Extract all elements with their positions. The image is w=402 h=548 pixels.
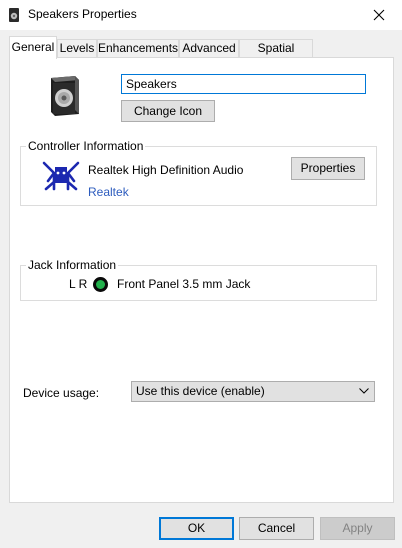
chevron-down-icon (359, 388, 369, 394)
jack-color-icon (93, 277, 108, 292)
speaker-icon (7, 7, 21, 23)
device-usage-select[interactable]: Use this device (enable) (131, 381, 375, 402)
jack-name: Front Panel 3.5 mm Jack (117, 277, 251, 291)
realtek-logo-icon (40, 160, 82, 192)
cancel-button[interactable]: Cancel (239, 517, 314, 540)
tab-enhancements[interactable]: Enhancements (97, 39, 179, 58)
device-name-input[interactable] (121, 74, 366, 94)
jack-info-heading: Jack Information (26, 258, 119, 272)
device-usage-label: Device usage: (23, 386, 100, 400)
properties-button[interactable]: Properties (291, 157, 365, 180)
controller-info-heading: Controller Information (26, 139, 146, 153)
title-bar: Speakers Properties (0, 0, 402, 30)
close-button[interactable] (356, 0, 402, 30)
jack-channels: L R (69, 277, 88, 291)
window-title: Speakers Properties (28, 7, 137, 21)
tab-spatial-sound[interactable]: Spatial sound (239, 39, 313, 72)
tab-strip: General Levels Enhancements Advanced Spa… (0, 30, 402, 72)
close-icon (373, 9, 385, 21)
speaker-device-icon (45, 74, 85, 118)
controller-name: Realtek High Definition Audio (88, 163, 244, 177)
ok-button[interactable]: OK (159, 517, 234, 540)
device-usage-value: Use this device (enable) (136, 384, 265, 398)
change-icon-button[interactable]: Change Icon (121, 100, 215, 122)
apply-button[interactable]: Apply (320, 517, 395, 540)
tab-levels[interactable]: Levels (57, 39, 97, 58)
tab-advanced[interactable]: Advanced (179, 39, 239, 58)
tab-general[interactable]: General (9, 36, 57, 59)
vendor-link[interactable]: Realtek (88, 185, 129, 199)
